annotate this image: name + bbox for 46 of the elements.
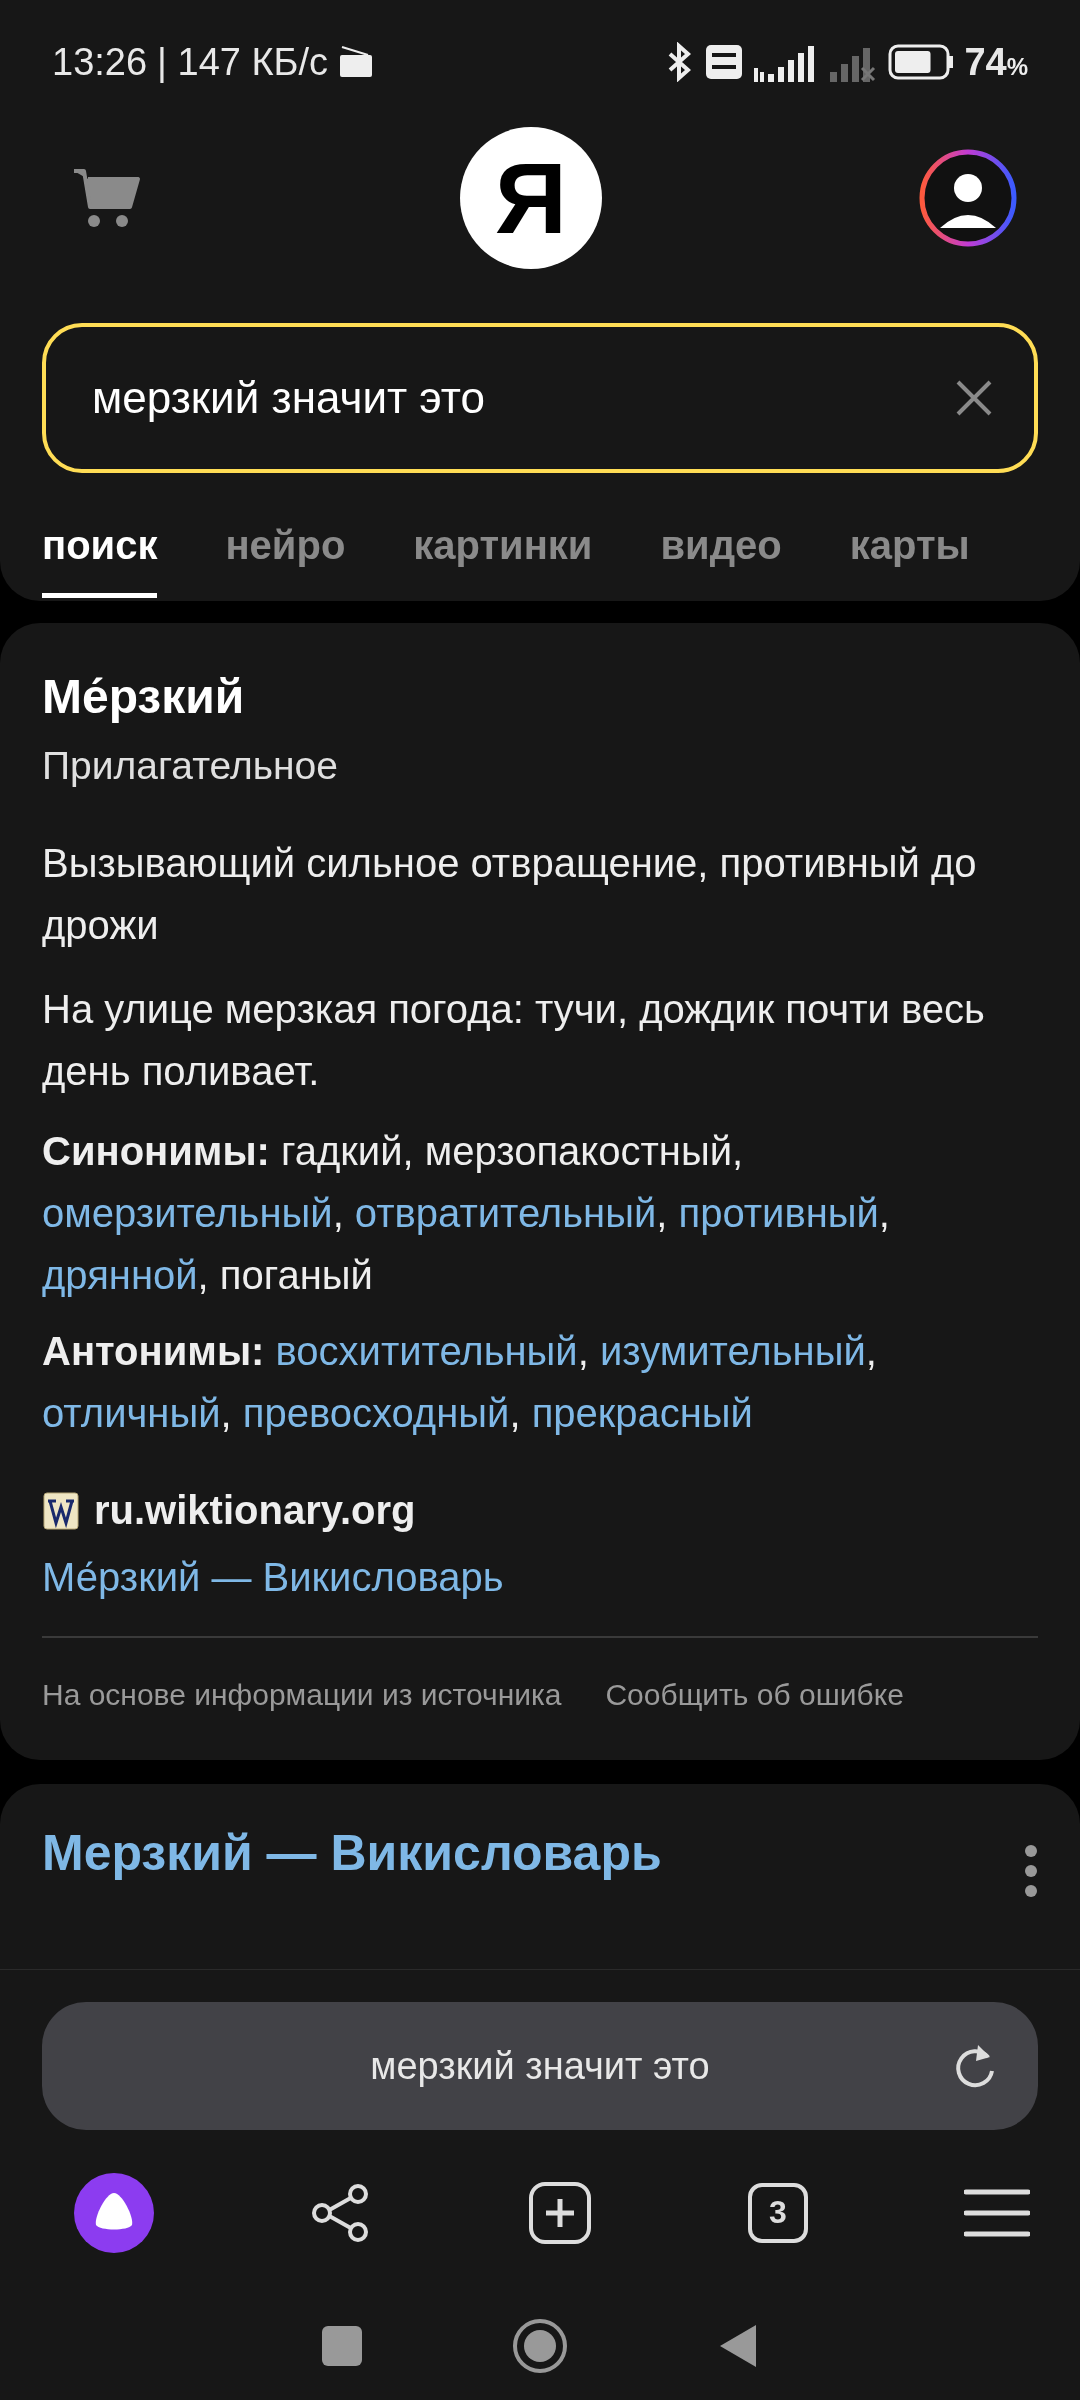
word-link[interactable]: превосходный <box>242 1391 510 1435</box>
example-text: На улице мерзкая погода: тучи, дождик почти весь день поливает. <box>42 986 986 1095</box>
assistant-icon[interactable] <box>74 2172 154 2253</box>
percent-sign: % <box>1006 52 1028 80</box>
network-speed: | 147 КБ/с <box>157 40 329 84</box>
word-title: Ме́рзкий <box>42 669 246 724</box>
profile-avatar[interactable] <box>918 148 1018 248</box>
source-link[interactable]: Ме́рзкий — Викисловарь <box>42 1555 1038 1600</box>
search-tab[interactable]: видео <box>660 511 782 598</box>
search-field[interactable]: мерзкий значит это <box>42 323 1038 473</box>
source-site: ru.wiktionary.org <box>94 1488 416 1533</box>
back-icon[interactable] <box>718 2322 758 2369</box>
word-link[interactable]: отличный <box>42 1391 221 1435</box>
more-icon[interactable] <box>1024 1844 1038 1898</box>
logo[interactable]: Я <box>460 127 602 269</box>
search-tab[interactable]: картинки <box>413 511 593 598</box>
tab-count[interactable]: 3 <box>748 2182 808 2243</box>
clear-icon[interactable] <box>954 378 994 418</box>
part-of-speech: Прилагательное <box>42 744 339 788</box>
word-link[interactable]: дрянной <box>42 1253 198 1297</box>
word-link[interactable]: противный <box>678 1191 879 1235</box>
new-tab-icon[interactable] <box>528 2180 592 2245</box>
word-link[interactable]: прекрасный <box>531 1391 753 1435</box>
synonyms-text: Синонимы: гадкий, мерзопакостный, омерзительный, отвратительный, противный, дрянной, поганый <box>42 1128 891 1299</box>
battery-percent: 74 <box>964 40 1007 83</box>
word-link[interactable]: изумительный <box>599 1329 866 1373</box>
word-link[interactable]: восхитительный <box>275 1329 578 1373</box>
definition-text: Вызывающий сильное отвращение, противный до дрожи <box>42 840 978 949</box>
antonyms-text: Антонимы: восхитительный, изумительный, отличный, превосходный, прекрасный <box>42 1328 878 1437</box>
clock: 13:26 <box>52 40 148 84</box>
battery-icon <box>888 44 955 80</box>
source-note: На основе информации из источника <box>42 1678 562 1712</box>
result-title[interactable]: Мерзкий — Викисловарь <box>42 1824 662 1882</box>
wiktionary-icon <box>42 1490 80 1531</box>
radio-icon <box>338 45 375 79</box>
word-link[interactable]: отвратительный <box>354 1191 657 1235</box>
address-bar[interactable]: мерзкий значит это <box>42 2002 1038 2131</box>
word-link[interactable]: омерзительный <box>42 1191 333 1235</box>
address-text: мерзкий значит это <box>370 2044 710 2088</box>
home-icon[interactable] <box>512 2317 568 2374</box>
menu-icon[interactable] <box>964 2187 1030 2238</box>
search-tab[interactable]: нейро <box>225 511 346 598</box>
recents-icon[interactable] <box>322 2325 362 2366</box>
report-error-link[interactable]: Сообщить об ошибке <box>605 1678 904 1712</box>
search-tab[interactable]: карты <box>849 511 970 598</box>
search-tab[interactable]: поиск <box>42 511 158 598</box>
